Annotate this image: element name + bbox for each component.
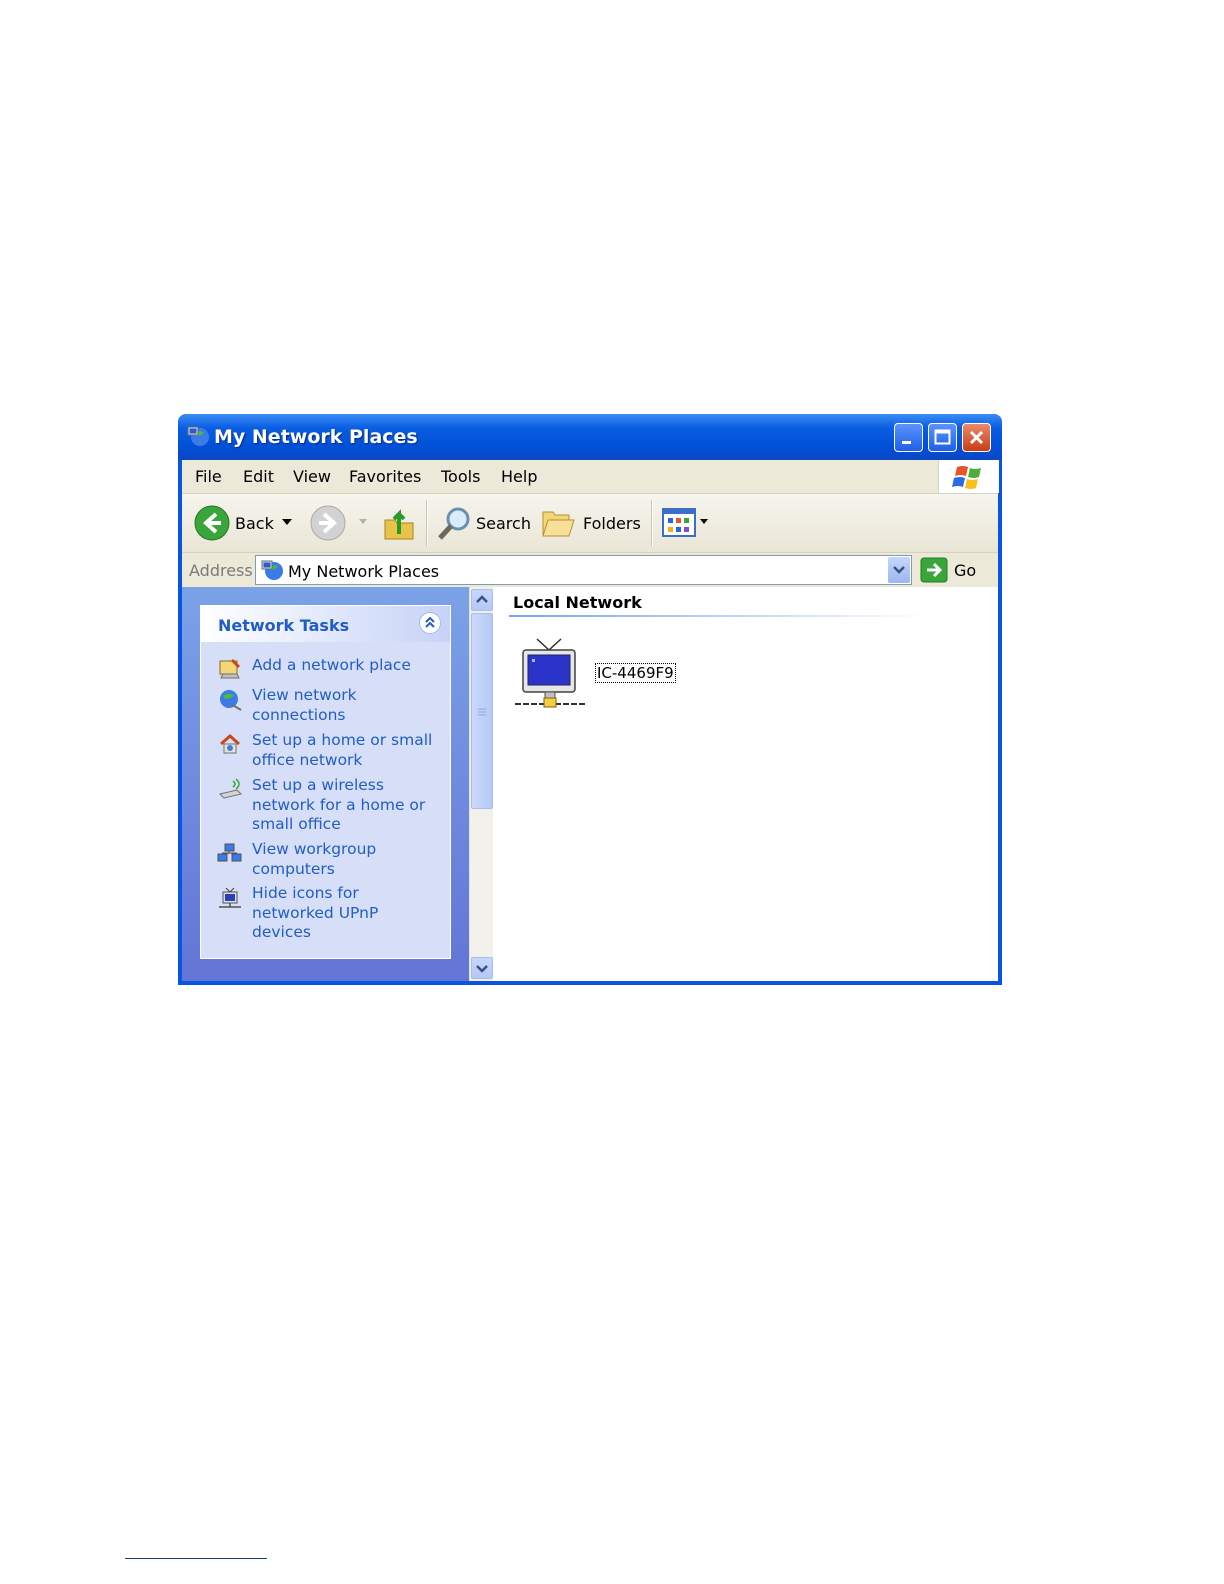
back-dropdown-icon[interactable] (282, 519, 292, 527)
maximize-icon (934, 429, 951, 445)
menu-file[interactable]: File (195, 467, 222, 486)
chevron-down-icon (476, 965, 488, 973)
search-icon[interactable] (436, 505, 474, 543)
chevron-up-icon (476, 595, 488, 603)
scroll-up-button[interactable] (471, 589, 493, 611)
forward-arrow-icon[interactable] (310, 505, 346, 541)
address-label: Address (189, 561, 253, 580)
task-pane: Network Tasks Add a network place View n… (182, 587, 469, 981)
back-arrow-icon[interactable] (194, 505, 230, 541)
network-connections-icon (220, 690, 242, 711)
folders-icon[interactable] (541, 506, 577, 540)
maximize-button[interactable] (928, 423, 957, 452)
go-button[interactable]: Go (954, 561, 976, 580)
menu-view[interactable]: View (293, 467, 331, 486)
search-button[interactable]: Search (476, 514, 531, 533)
window-title: My Network Places (214, 426, 418, 448)
go-arrow-icon[interactable] (920, 557, 948, 583)
network-places-icon (261, 560, 283, 580)
toolbar: Back Search Folders (182, 494, 998, 553)
upnp-monitor-icon[interactable] (513, 637, 591, 709)
collapse-button[interactable] (419, 612, 441, 634)
close-button[interactable] (962, 423, 991, 452)
chevron-down-icon (893, 566, 905, 574)
close-icon (969, 430, 984, 445)
menu-tools[interactable]: Tools (441, 467, 480, 486)
menu-help[interactable]: Help (501, 467, 537, 486)
upnp-device-icon (219, 887, 241, 908)
network-tasks-title: Network Tasks (218, 616, 350, 635)
back-button[interactable]: Back (235, 514, 274, 533)
menu-edit[interactable]: Edit (243, 467, 274, 486)
scroll-thumb[interactable] (471, 613, 493, 809)
scroll-down-button[interactable] (471, 957, 493, 979)
address-bar: Address My Network Places Go (182, 553, 998, 587)
add-network-place-icon (219, 658, 241, 679)
address-dropdown[interactable] (888, 557, 910, 583)
minimize-button[interactable] (894, 423, 923, 452)
forward-dropdown-icon[interactable] (359, 519, 367, 525)
menu-favorites[interactable]: Favorites (349, 467, 421, 486)
network-tasks-panel: Network Tasks Add a network place View n… (200, 605, 451, 959)
minimize-icon (902, 441, 911, 444)
title-bar[interactable]: My Network Places (178, 414, 1002, 460)
grip-icon (478, 708, 486, 716)
up-folder-icon[interactable] (382, 504, 416, 542)
windows-logo (938, 460, 999, 493)
group-divider (509, 615, 929, 617)
network-places-icon (187, 426, 209, 446)
folders-button[interactable]: Folders (583, 514, 641, 533)
views-icon[interactable] (662, 508, 712, 538)
chevron-up-double-icon (425, 616, 435, 628)
toolbar-separator (651, 500, 653, 546)
footnote-separator (125, 1558, 267, 1559)
windows-flag-icon (952, 466, 981, 489)
address-value: My Network Places (288, 562, 440, 581)
device-label[interactable]: IC-4469F9 (595, 663, 676, 683)
workgroup-icon (217, 843, 242, 862)
content-pane: Local Network IC-4469F9 (493, 587, 998, 981)
home-network-icon (220, 733, 240, 754)
group-header-local-network: Local Network (513, 593, 642, 612)
address-input[interactable]: My Network Places (255, 555, 912, 585)
toolbar-separator (426, 500, 428, 546)
menu-bar: File Edit View Favorites Tools Help (182, 460, 999, 494)
vertical-scrollbar[interactable] (469, 587, 493, 981)
wireless-network-icon (219, 778, 242, 799)
explorer-window: My Network Places File Edit View Favorit… (178, 414, 1002, 985)
network-tasks-header[interactable]: Network Tasks (201, 606, 450, 642)
